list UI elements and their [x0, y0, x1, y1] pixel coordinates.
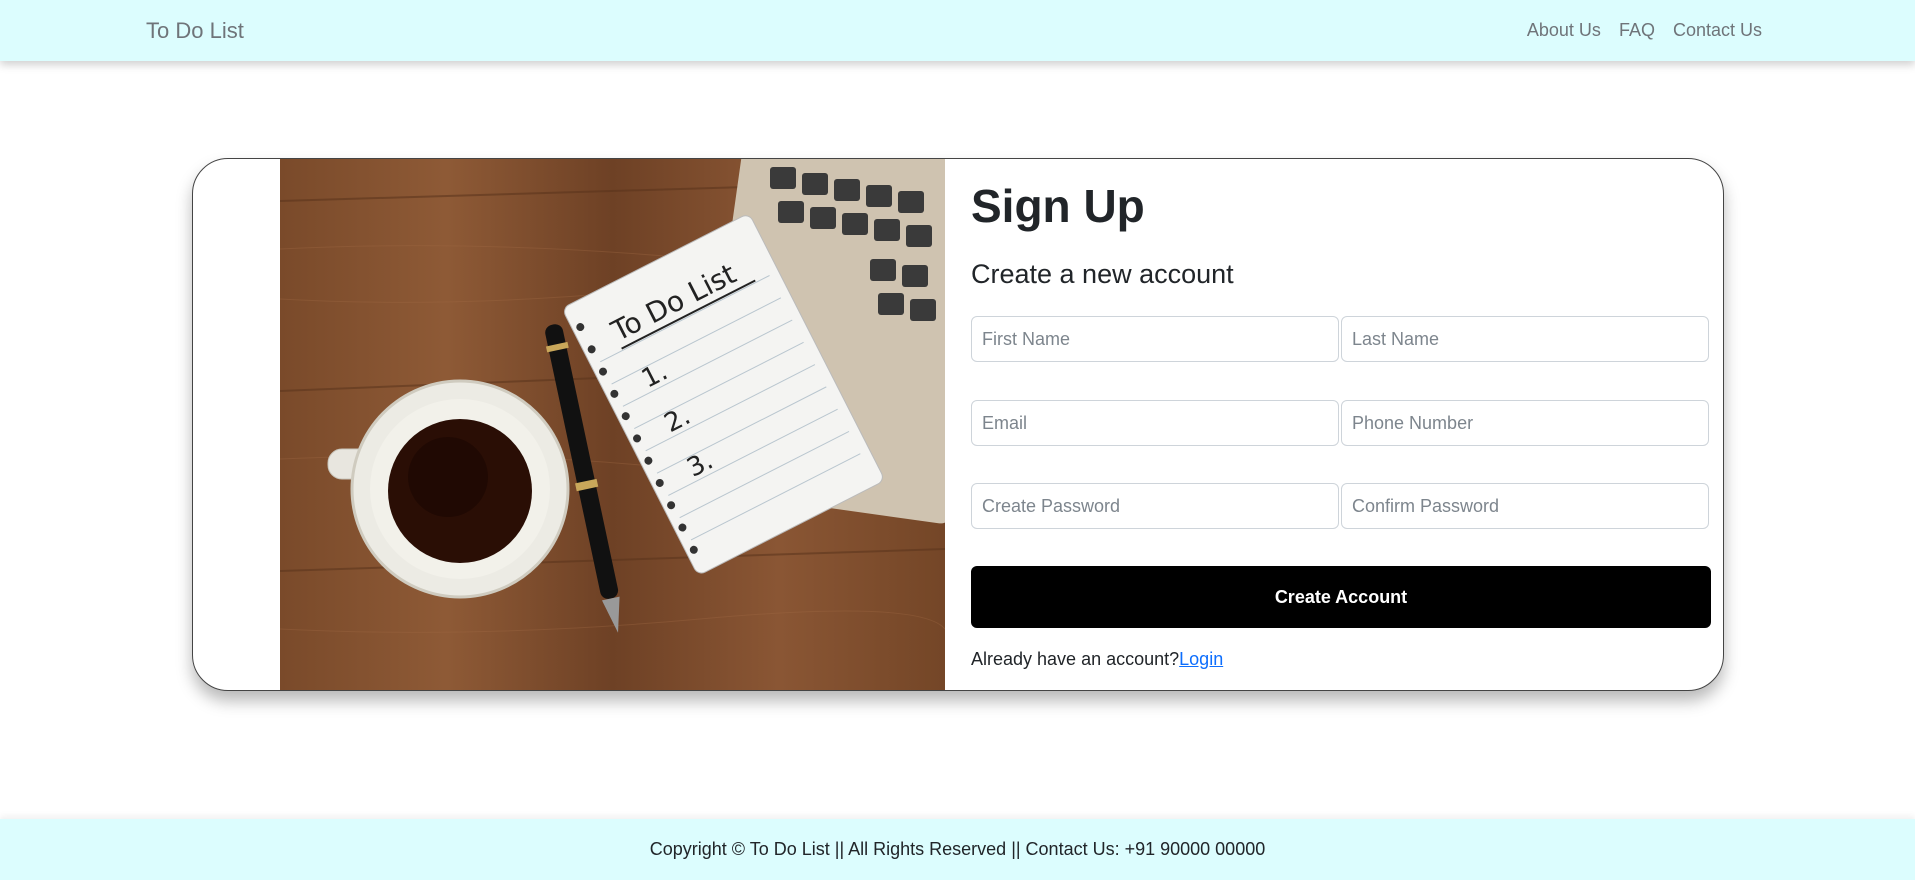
- login-prompt-text: Already have an account?: [971, 649, 1180, 669]
- signup-title: Sign Up: [971, 180, 1145, 232]
- create-password-input[interactable]: [971, 483, 1339, 529]
- brand-logo[interactable]: To Do List: [146, 18, 244, 44]
- navbar: To Do List About Us FAQ Contact Us: [0, 0, 1915, 61]
- nav-link-contact-us[interactable]: Contact Us: [1673, 20, 1762, 41]
- create-account-button[interactable]: Create Account: [971, 566, 1711, 628]
- first-name-input[interactable]: [971, 316, 1339, 362]
- hero-photo: To Do List 1. 2. 3.: [280, 159, 945, 690]
- signup-card: To Do List 1. 2. 3. Sign Up Create a new…: [192, 158, 1724, 691]
- signup-subtitle: Create a new account: [971, 259, 1234, 289]
- footer: Copyright © To Do List || All Rights Res…: [0, 819, 1915, 880]
- hero-illustration: To Do List 1. 2. 3.: [280, 159, 945, 633]
- phone-input[interactable]: [1341, 400, 1709, 446]
- footer-copyright: Copyright © To Do List || All Rights Res…: [649, 839, 1266, 859]
- nav-link-faq[interactable]: FAQ: [1619, 20, 1655, 41]
- login-prompt-line: Already have an account?Login: [971, 649, 1223, 670]
- confirm-password-input[interactable]: [1341, 483, 1709, 529]
- last-name-input[interactable]: [1341, 316, 1709, 362]
- login-link[interactable]: Login: [1179, 649, 1223, 669]
- signup-form: Sign Up Create a new account Create Acco…: [971, 159, 1711, 690]
- nav-links: About Us FAQ Contact Us: [1527, 20, 1762, 41]
- nav-link-about-us[interactable]: About Us: [1527, 20, 1601, 41]
- email-input[interactable]: [971, 400, 1339, 446]
